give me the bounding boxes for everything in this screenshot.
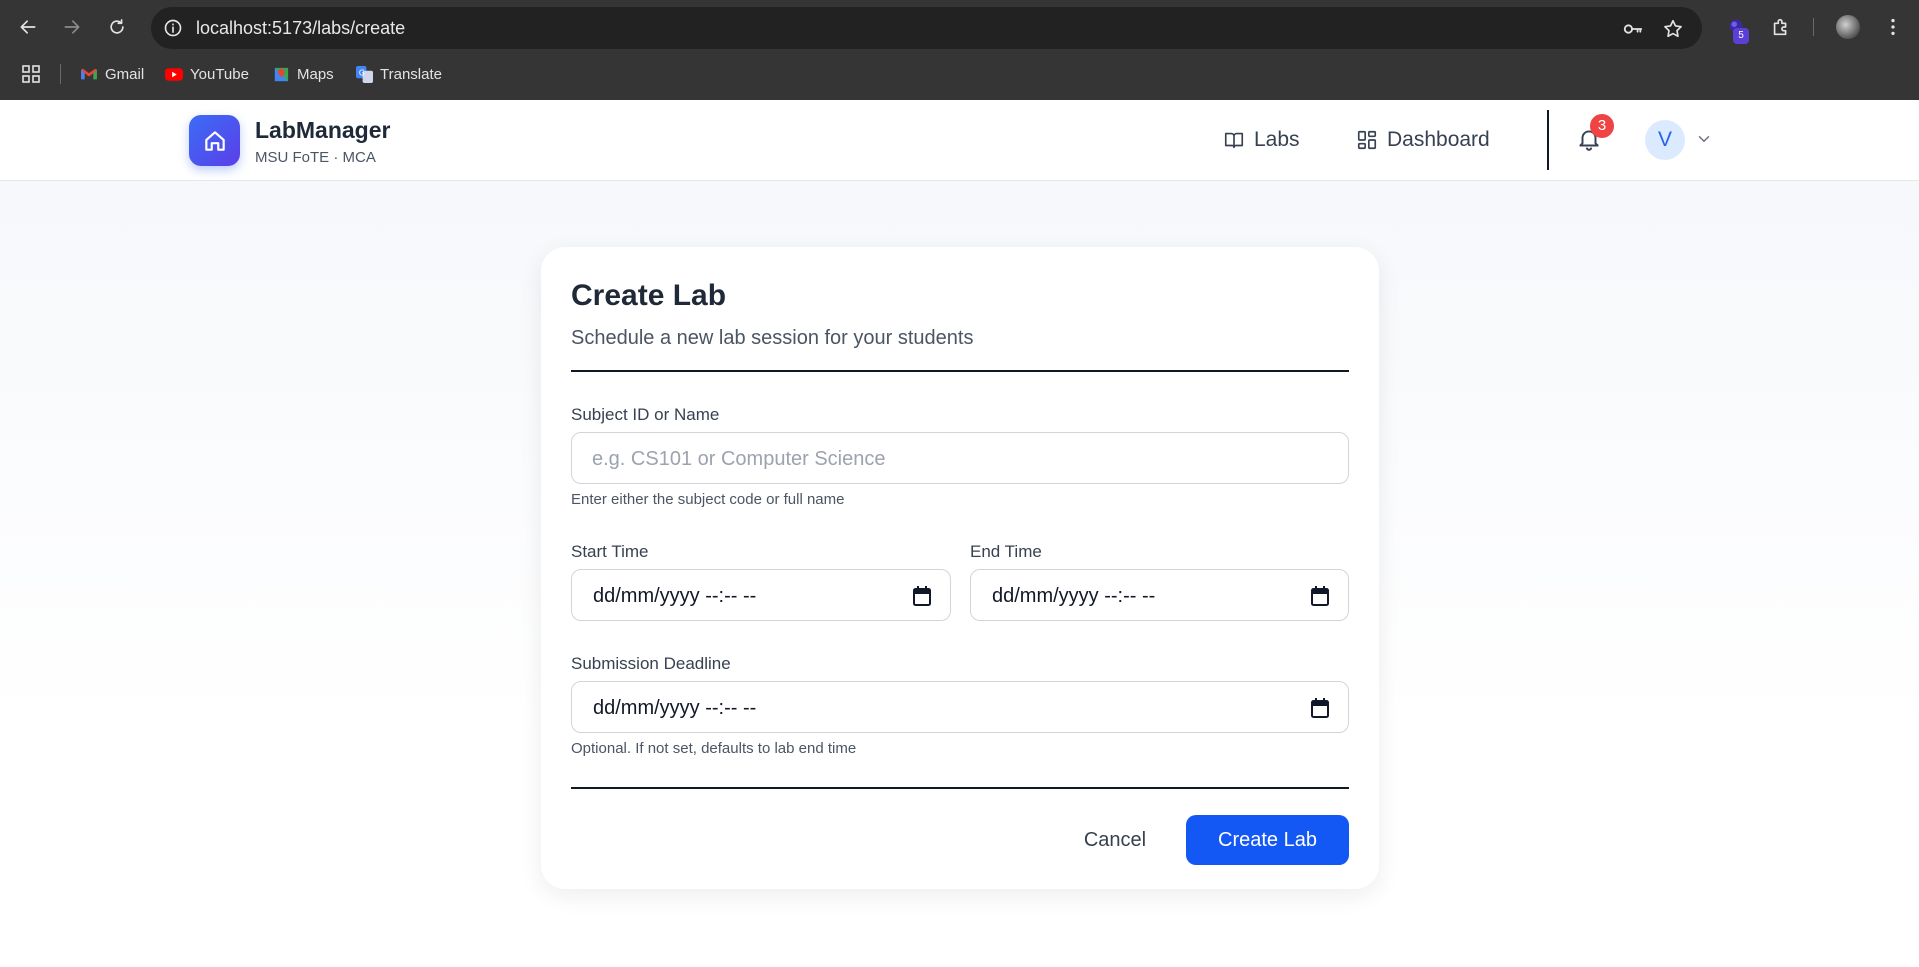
subject-placeholder: e.g. CS101 or Computer Science (592, 448, 886, 470)
deadline-value: dd/mm/yyyy --:-- -- (593, 697, 757, 719)
svg-text:G: G (358, 68, 364, 77)
url-text[interactable]: localhost:5173/labs/create (196, 7, 405, 49)
end-time-value: dd/mm/yyyy --:-- -- (992, 585, 1156, 607)
youtube-icon (165, 65, 183, 83)
page-title: Create Lab (571, 279, 727, 312)
subject-label: Subject ID or Name (571, 405, 720, 424)
extension-badge: 5 (1733, 28, 1749, 44)
address-bar[interactable]: localhost:5173/labs/create (151, 7, 1702, 49)
bookmark-label: Translate (380, 65, 442, 83)
site-info-icon[interactable] (161, 16, 185, 40)
notification-count-badge: 3 (1590, 114, 1614, 138)
start-time-label: Start Time (571, 542, 649, 561)
calendar-icon[interactable] (1310, 697, 1330, 719)
back-icon[interactable] (13, 12, 43, 42)
chevron-down-icon[interactable] (1695, 130, 1713, 148)
nav-dashboard[interactable]: Dashboard (1356, 124, 1490, 156)
main-content: Create Lab Schedule a new lab session fo… (0, 181, 1919, 967)
maps-icon (272, 65, 290, 83)
bookmark-label: Gmail (105, 65, 145, 83)
bookmark-translate[interactable]: G Translate (355, 62, 442, 86)
forward-icon[interactable] (57, 12, 87, 42)
bookmark-label: Maps (297, 65, 334, 83)
bookmark-label: YouTube (190, 65, 249, 83)
apps-grid-icon[interactable] (21, 64, 41, 84)
translate-icon: G (355, 65, 373, 83)
header-separator (571, 370, 1349, 372)
user-avatar[interactable]: V (1645, 120, 1685, 160)
browser-chrome: localhost:5173/labs/create 5 Gmail YouTu… (0, 0, 1919, 100)
nav-dashboard-label: Dashboard (1387, 128, 1490, 151)
subject-hint: Enter either the subject code or full na… (571, 491, 845, 508)
bookmarks-bar: Gmail YouTube Maps G Translate (0, 58, 1919, 90)
bookmarks-divider (60, 64, 61, 84)
create-lab-card: Create Lab Schedule a new lab session fo… (541, 247, 1379, 889)
deadline-hint: Optional. If not set, defaults to lab en… (571, 740, 857, 757)
browser-menu-icon[interactable] (1880, 14, 1906, 40)
dashboard-grid-icon (1357, 130, 1377, 150)
extensions-puzzle-icon[interactable] (1768, 14, 1794, 40)
start-time-value: dd/mm/yyyy --:-- -- (593, 585, 757, 607)
book-open-icon (1224, 132, 1244, 149)
brand-title[interactable]: LabManager (255, 117, 390, 144)
deadline-input[interactable]: dd/mm/yyyy --:-- -- (571, 681, 1349, 733)
start-time-input[interactable]: dd/mm/yyyy --:-- -- (571, 569, 951, 621)
end-time-input[interactable]: dd/mm/yyyy --:-- -- (970, 569, 1349, 621)
header-divider (1547, 110, 1549, 170)
cancel-button[interactable]: Cancel (1066, 815, 1164, 865)
footer-separator (571, 787, 1349, 789)
subject-input[interactable]: e.g. CS101 or Computer Science (571, 432, 1349, 484)
bookmark-gmail[interactable]: Gmail (80, 62, 144, 86)
end-time-label: End Time (970, 542, 1042, 561)
nav-labs[interactable]: Labs (1223, 124, 1300, 156)
bookmark-maps[interactable]: Maps (272, 62, 334, 86)
gmail-icon (80, 65, 98, 83)
home-logo-icon[interactable] (189, 115, 240, 166)
nav-labs-label: Labs (1254, 128, 1300, 151)
bookmark-star-icon[interactable] (1661, 17, 1685, 41)
brand-subtitle: MSU FoTE · MCA (255, 149, 376, 166)
deadline-label: Submission Deadline (571, 654, 731, 673)
password-key-icon[interactable] (1621, 17, 1645, 41)
create-lab-button[interactable]: Create Lab (1186, 815, 1349, 865)
toolbar-divider (1813, 18, 1814, 36)
calendar-icon[interactable] (912, 585, 932, 607)
page-subtitle: Schedule a new lab session for your stud… (571, 327, 974, 349)
bookmark-youtube[interactable]: YouTube (165, 62, 249, 86)
profile-avatar-icon[interactable] (1836, 15, 1860, 39)
reload-icon[interactable] (102, 12, 132, 42)
calendar-icon[interactable] (1310, 585, 1330, 607)
app-header: LabManager MSU FoTE · MCA Labs Dashboard… (0, 100, 1919, 181)
